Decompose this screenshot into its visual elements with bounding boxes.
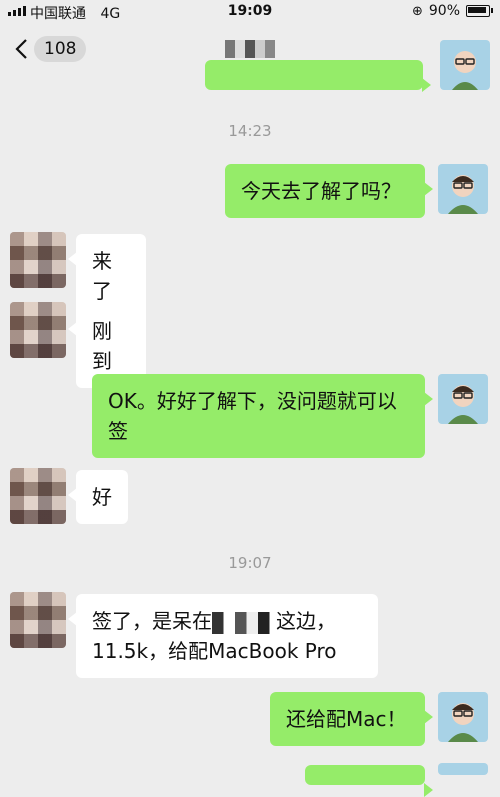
status-bar: 中国联通 4G 19:09 ⊕ 90%	[0, 0, 500, 24]
redacted-text	[212, 611, 276, 634]
avatar-contact[interactable]	[10, 302, 66, 358]
battery-icon	[466, 5, 493, 17]
message-text-line: OK。好好了解下，没问题就可以	[108, 389, 397, 413]
message-text: 刚到	[92, 319, 112, 373]
avatar-me[interactable]	[440, 40, 490, 90]
avatar-contact[interactable]	[10, 232, 66, 288]
orientation-lock-icon: ⊕	[411, 3, 423, 19]
avatar-contact[interactable]	[10, 592, 66, 648]
chat-title	[0, 38, 500, 59]
timestamp: 14:23	[228, 122, 272, 140]
message-bubble-sent[interactable]: 今天去了解了吗？	[225, 164, 433, 218]
avatar-me[interactable]	[438, 374, 488, 424]
message-bubble-received[interactable]: 好	[68, 470, 128, 524]
message-bubble-received[interactable]: 签了，是呆在 这边， 11.5k，给配MacBook Pro	[68, 594, 378, 678]
message-bubble-sent[interactable]: 还给配Mac！	[270, 692, 433, 746]
avatar-me[interactable]	[438, 164, 488, 214]
message-text-line: 签	[108, 419, 128, 443]
chat-area[interactable]: 14:23 今天去了解了吗？ 来了 刚到 OK。好好了解下，没问题就可以 签 好…	[0, 40, 500, 797]
avatar-contact[interactable]	[10, 468, 66, 524]
message-text-line: 11.5k，给配MacBook Pro	[92, 639, 337, 663]
message-text: 好	[92, 485, 112, 509]
message-text: 来了	[92, 249, 112, 303]
message-text: 还给配Mac！	[286, 707, 407, 731]
message-text-line: 签了，是呆在 这边，	[92, 609, 336, 634]
message-bubble-partial[interactable]	[305, 765, 433, 797]
message-bubble-sent[interactable]: OK。好好了解下，没问题就可以 签	[92, 374, 433, 458]
message-text: 今天去了解了吗？	[241, 179, 401, 203]
status-right: ⊕ 90%	[411, 3, 493, 19]
redacted-name	[225, 40, 275, 58]
avatar-me[interactable]	[438, 763, 488, 775]
battery-percent: 90%	[428, 3, 460, 19]
timestamp: 19:07	[228, 554, 272, 572]
message-bubble-partial[interactable]	[205, 60, 431, 92]
avatar-me[interactable]	[438, 692, 488, 742]
